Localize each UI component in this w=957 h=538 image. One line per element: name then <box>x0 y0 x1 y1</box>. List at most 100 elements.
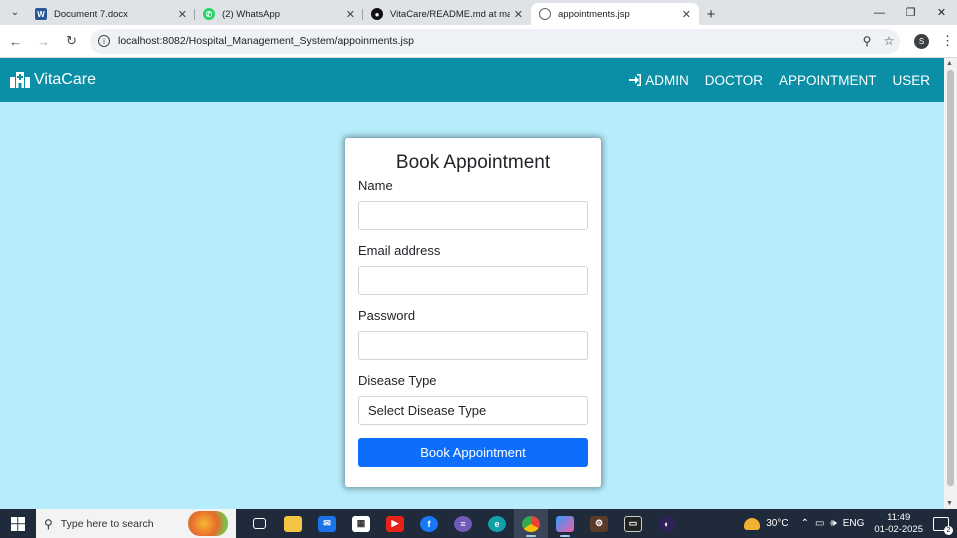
browser-tab-whatsapp[interactable]: ✆ (2) WhatsApp ✕ <box>195 3 363 25</box>
close-icon[interactable]: ✕ <box>178 8 187 21</box>
appointment-form-card: Book Appointment Name Email address Pass… <box>345 138 601 487</box>
close-icon[interactable]: ✕ <box>514 8 523 21</box>
scrollbar-thumb[interactable] <box>947 70 954 486</box>
chrome-icon <box>522 515 540 532</box>
site-info-icon[interactable]: i <box>98 35 110 47</box>
zoom-icon[interactable]: ⚲ <box>856 34 878 48</box>
password-input[interactable] <box>358 331 588 360</box>
profile-avatar[interactable]: S <box>914 33 929 49</box>
search-placeholder: Type here to search <box>60 517 154 530</box>
scroll-up-icon[interactable]: ▲ <box>946 60 953 67</box>
search-icon: ⚲ <box>44 516 53 531</box>
edge-button[interactable]: e <box>480 509 514 538</box>
url-text[interactable]: localhost:8082/Hospital_Management_Syste… <box>118 35 856 47</box>
brand-link[interactable]: VitaCare <box>10 71 96 89</box>
system-icons: ⌃ ▭ 🕪 ENG <box>801 518 865 529</box>
arrow-left-icon: ← <box>9 33 22 49</box>
speaker-icon[interactable]: 🕪 <box>830 518 836 529</box>
youtube-button[interactable]: ▶ <box>378 509 412 538</box>
tab-search-button[interactable]: ⌄ <box>3 1 27 23</box>
arrow-right-icon: → <box>37 33 50 49</box>
close-window-button[interactable]: ✕ <box>926 0 957 25</box>
taskbar-search[interactable]: ⚲ Type here to search <box>36 509 236 538</box>
battery-icon[interactable]: ▭ <box>815 518 824 529</box>
taskbar-apps: ✉ ▦ ▶ f ≡ e ⚙ ▭ ◐ <box>242 509 684 538</box>
tab-title: Document 7.docx <box>54 8 128 20</box>
nav-link-doctor[interactable]: DOCTOR <box>705 73 763 88</box>
game-button[interactable]: ⚙ <box>582 509 616 538</box>
minimize-button[interactable]: — <box>864 0 895 25</box>
windows-taskbar: ⚲ Type here to search ✉ ▦ ▶ f ≡ e ⚙ ▭ ◐ … <box>0 509 957 538</box>
form-title: Book Appointment <box>395 152 551 173</box>
name-label: Name <box>358 178 393 193</box>
scroll-down-icon[interactable]: ▼ <box>946 500 953 507</box>
nav-link-label: ADMIN <box>645 72 689 88</box>
search-highlight-icon <box>188 511 228 536</box>
system-tray: 30°C ⌃ ▭ 🕪 ENG 11:49 01-02-2025 2 <box>744 512 957 536</box>
forward-button[interactable]: → <box>31 29 56 54</box>
file-explorer-button[interactable] <box>276 509 310 538</box>
weather-icon <box>744 517 761 530</box>
game-icon: ⚙ <box>590 515 608 532</box>
page-viewport: VitaCare ADMIN DOCTOR APPOINTMENT USER B… <box>0 58 944 509</box>
facebook-button[interactable]: f <box>412 509 446 538</box>
youtube-icon: ▶ <box>386 515 404 532</box>
back-button[interactable]: ← <box>3 29 28 54</box>
store-button[interactable]: ▦ <box>344 509 378 538</box>
task-view-button[interactable] <box>242 509 276 538</box>
globe-icon <box>539 8 551 20</box>
reload-button[interactable]: ↻ <box>59 29 84 54</box>
github-icon: ● <box>371 8 383 20</box>
language-indicator[interactable]: ENG <box>843 518 865 529</box>
name-input[interactable] <box>358 201 588 230</box>
mail-icon: ✉ <box>318 515 336 532</box>
weather-widget[interactable]: 30°C <box>744 517 789 530</box>
hospital-icon <box>10 72 30 88</box>
browser-tab-document[interactable]: W Document 7.docx ✕ <box>27 3 195 25</box>
browser-menu-icon[interactable]: ⋮ <box>941 33 954 49</box>
book-appointment-button[interactable]: Book Appointment <box>358 438 588 467</box>
address-bar[interactable]: i localhost:8082/Hospital_Management_Sys… <box>90 28 900 54</box>
app-button[interactable]: ≡ <box>446 509 480 538</box>
nav-link-admin[interactable]: ADMIN <box>629 73 689 88</box>
page-scrollbar[interactable]: ▲ ▼ <box>944 58 957 509</box>
email-input[interactable] <box>358 266 588 295</box>
start-button[interactable] <box>0 509 36 538</box>
eclipse-icon: ◐ <box>658 515 676 532</box>
copilot-icon <box>556 515 574 532</box>
window-controls: — ❐ ✕ <box>864 0 957 25</box>
browser-tab-github[interactable]: ● VitaCare/README.md at main · ✕ <box>363 3 531 25</box>
tab-strip: ⌄ W Document 7.docx ✕ ✆ (2) WhatsApp ✕ ●… <box>0 0 957 25</box>
clock[interactable]: 11:49 01-02-2025 <box>874 512 923 536</box>
store-icon: ▦ <box>352 515 370 532</box>
brand-name: VitaCare <box>34 71 96 88</box>
close-icon[interactable]: ✕ <box>346 8 355 21</box>
plus-icon: + <box>706 5 716 23</box>
disease-type-select[interactable]: Select Disease Type <box>358 396 588 425</box>
terminal-button[interactable]: ▭ <box>616 509 650 538</box>
email-label: Email address <box>358 243 441 258</box>
eclipse-button[interactable]: ◐ <box>650 509 684 538</box>
notifications-icon[interactable]: 2 <box>933 516 953 535</box>
clock-date: 01-02-2025 <box>874 523 923 535</box>
browser-tab-appointments[interactable]: appointments.jsp ✕ <box>531 3 699 25</box>
mail-button[interactable]: ✉ <box>310 509 344 538</box>
nav-link-user[interactable]: USER <box>892 73 930 88</box>
sign-in-icon <box>629 74 642 86</box>
close-icon[interactable]: ✕ <box>682 8 691 21</box>
reload-icon: ↻ <box>66 33 77 48</box>
tab-title: (2) WhatsApp <box>222 8 281 20</box>
chrome-button[interactable] <box>514 509 548 538</box>
new-tab-button[interactable]: + <box>699 3 723 25</box>
nav-link-appointment[interactable]: APPOINTMENT <box>779 73 877 88</box>
password-label: Password <box>358 308 416 323</box>
chevron-up-icon[interactable]: ⌃ <box>801 518 809 529</box>
facebook-icon: f <box>420 515 438 532</box>
task-view-icon <box>252 518 266 529</box>
restore-button[interactable]: ❐ <box>895 0 926 25</box>
browser-toolbar: ← → ↻ i localhost:8082/Hospital_Manageme… <box>0 25 957 58</box>
nav-links: ADMIN DOCTOR APPOINTMENT USER <box>629 73 930 88</box>
copilot-button[interactable] <box>548 509 582 538</box>
app-icon: ≡ <box>454 515 472 532</box>
bookmark-star-icon[interactable]: ☆ <box>878 34 900 48</box>
